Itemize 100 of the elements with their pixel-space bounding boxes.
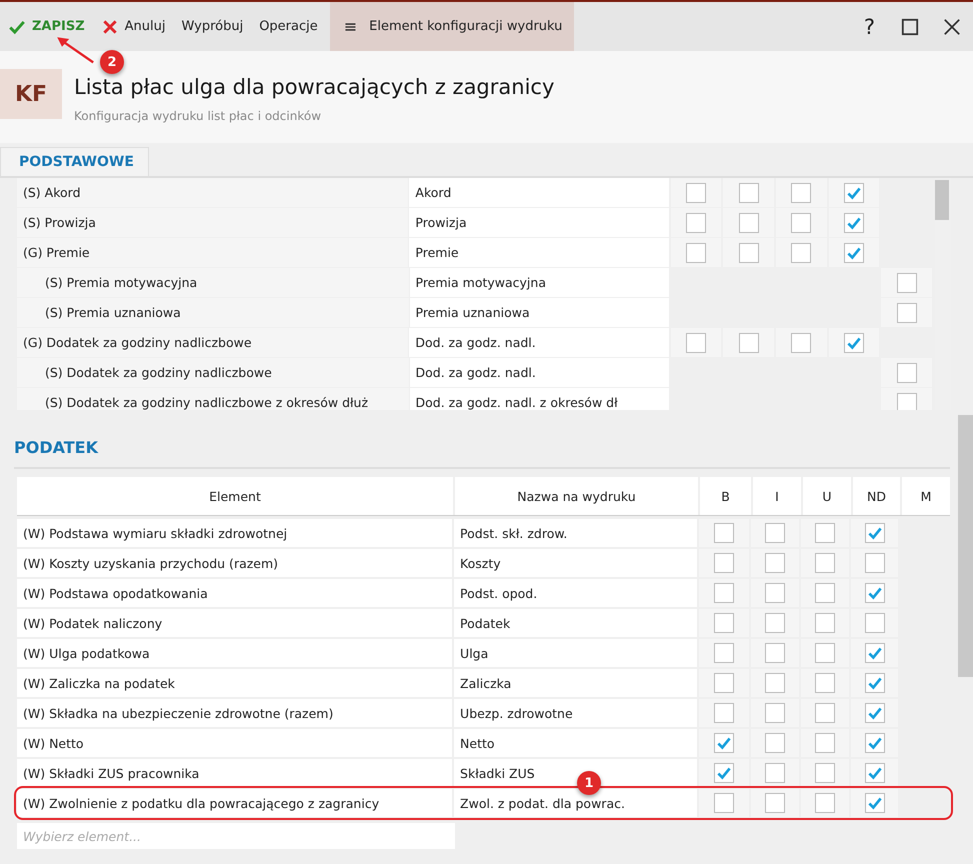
try-button[interactable]: Wypróbuj <box>174 2 252 51</box>
cancel-button[interactable]: Anuluj <box>92 2 174 51</box>
checkbox[interactable] <box>864 613 885 633</box>
checkbox[interactable] <box>864 523 885 543</box>
checkbox[interactable] <box>765 583 786 603</box>
checkbox[interactable] <box>815 553 836 573</box>
close-icon <box>100 18 119 36</box>
checkbox[interactable] <box>815 763 836 783</box>
table-cell: Premie <box>409 238 669 267</box>
table-cell: Dod. za godz. nadl. <box>409 328 669 357</box>
checkbox[interactable] <box>686 212 706 232</box>
checkbox[interactable] <box>896 362 917 382</box>
checkbox[interactable] <box>686 332 706 352</box>
table-cell: (S) Prowizja <box>17 208 408 237</box>
checkbox[interactable] <box>714 703 734 723</box>
checkbox[interactable] <box>844 332 864 352</box>
checkbox[interactable] <box>714 763 734 783</box>
input-field[interactable]: Wybierz element... <box>17 823 455 849</box>
checkbox[interactable] <box>864 733 885 753</box>
checkbox[interactable] <box>815 793 836 813</box>
checkbox[interactable] <box>765 793 786 813</box>
column-header: Nazwa na wydruku <box>455 477 698 515</box>
checkbox[interactable] <box>765 673 786 693</box>
help-button[interactable]: ? <box>850 2 889 51</box>
table-cell: Podst. opod. <box>454 579 697 607</box>
checkbox[interactable] <box>714 553 734 573</box>
checkbox[interactable] <box>864 643 885 663</box>
checkbox[interactable] <box>738 332 759 352</box>
checkbox[interactable] <box>815 523 836 543</box>
checkbox[interactable] <box>815 583 836 603</box>
checkbox[interactable] <box>864 673 885 693</box>
checkbox[interactable] <box>714 583 734 603</box>
checkbox[interactable] <box>815 643 836 663</box>
window-title: Lista płac ulga dla powracających z zagranicy <box>74 75 554 99</box>
checkbox[interactable] <box>864 553 885 573</box>
table-cell: Podst. skł. zdrow. <box>454 519 697 547</box>
checkbox[interactable] <box>738 242 759 262</box>
checkbox[interactable] <box>815 733 836 753</box>
checkbox[interactable] <box>844 182 864 202</box>
maximize-icon[interactable] <box>901 18 919 36</box>
column-header: ND <box>853 477 900 515</box>
checkbox[interactable] <box>765 733 786 753</box>
checkbox[interactable] <box>896 302 917 322</box>
checkbox[interactable] <box>864 763 885 783</box>
table-cell: Akord <box>409 178 669 207</box>
scrollbar[interactable] <box>958 415 973 677</box>
table-cell: (W) Zaliczka na podatek <box>17 669 452 697</box>
checkbox[interactable] <box>791 332 812 352</box>
checkbox[interactable] <box>815 673 836 693</box>
checkbox[interactable] <box>714 523 734 543</box>
table-cell: Podatek <box>454 609 697 637</box>
checkbox[interactable] <box>714 643 734 663</box>
window-subtitle: Konfiguracja wydruku list płac i odcinków <box>74 109 322 123</box>
checkbox[interactable] <box>844 242 864 262</box>
table-cell: Ubezp. zdrowotne <box>454 699 697 727</box>
checkbox[interactable] <box>791 212 812 232</box>
table-cell: (W) Koszty uzyskania przychodu (razem) <box>17 549 452 577</box>
checkbox[interactable] <box>765 523 786 543</box>
checkbox[interactable] <box>714 733 734 753</box>
checkbox[interactable] <box>686 242 706 262</box>
operations-button[interactable]: Operacje <box>251 2 326 51</box>
tab[interactable]: PODSTAWOWE <box>0 147 149 176</box>
checkbox[interactable] <box>896 272 917 292</box>
checkbox[interactable] <box>765 763 786 783</box>
checkbox[interactable] <box>791 182 812 202</box>
checkbox[interactable] <box>765 613 786 633</box>
table-cell: Koszty <box>454 549 697 577</box>
save-button[interactable]: ZAPISZ <box>0 2 93 51</box>
table-cell: (W) Podatek naliczony <box>17 609 452 637</box>
checkbox[interactable] <box>791 242 812 262</box>
table-cell: (W) Zwolnienie z podatku dla powracającego z zagranicy <box>17 789 452 817</box>
checkbox[interactable] <box>738 212 759 232</box>
column-header: U <box>803 477 851 515</box>
checkbox[interactable] <box>864 703 885 723</box>
table-cell: Premia motywacyjna <box>410 268 669 297</box>
column-header: B <box>700 477 751 515</box>
checkbox[interactable] <box>765 643 786 663</box>
table-cell: (W) Ulga podatkowa <box>17 639 452 667</box>
table-cell: (S) Akord <box>17 178 408 207</box>
app-badge: KF <box>0 69 62 119</box>
table-cell: Dod. za godz. nadl. z okresów dł <box>410 388 669 410</box>
table-cell: (G) Premie <box>17 238 408 267</box>
checkbox[interactable] <box>738 182 759 202</box>
checkbox[interactable] <box>815 613 836 633</box>
checkbox[interactable] <box>714 673 734 693</box>
checkbox[interactable] <box>864 793 885 813</box>
close-icon[interactable] <box>943 18 961 36</box>
checkbox[interactable] <box>765 703 786 723</box>
checkbox[interactable] <box>864 583 885 603</box>
checkbox[interactable] <box>714 613 734 633</box>
table-cell: Zaliczka <box>454 669 697 697</box>
table-cell: (W) Podstawa wymiaru składki zdrowotnej <box>17 519 452 547</box>
checkbox[interactable] <box>714 793 734 813</box>
checkbox[interactable] <box>815 703 836 723</box>
checkbox[interactable] <box>896 392 917 410</box>
table-cell: (W) Składka na ubezpieczenie zdrowotne (razem) <box>17 699 452 727</box>
context-menu-button[interactable]: ≡ Element konfiguracji wydruku <box>330 2 574 51</box>
checkbox[interactable] <box>765 553 786 573</box>
checkbox[interactable] <box>844 212 864 232</box>
checkbox[interactable] <box>686 182 706 202</box>
